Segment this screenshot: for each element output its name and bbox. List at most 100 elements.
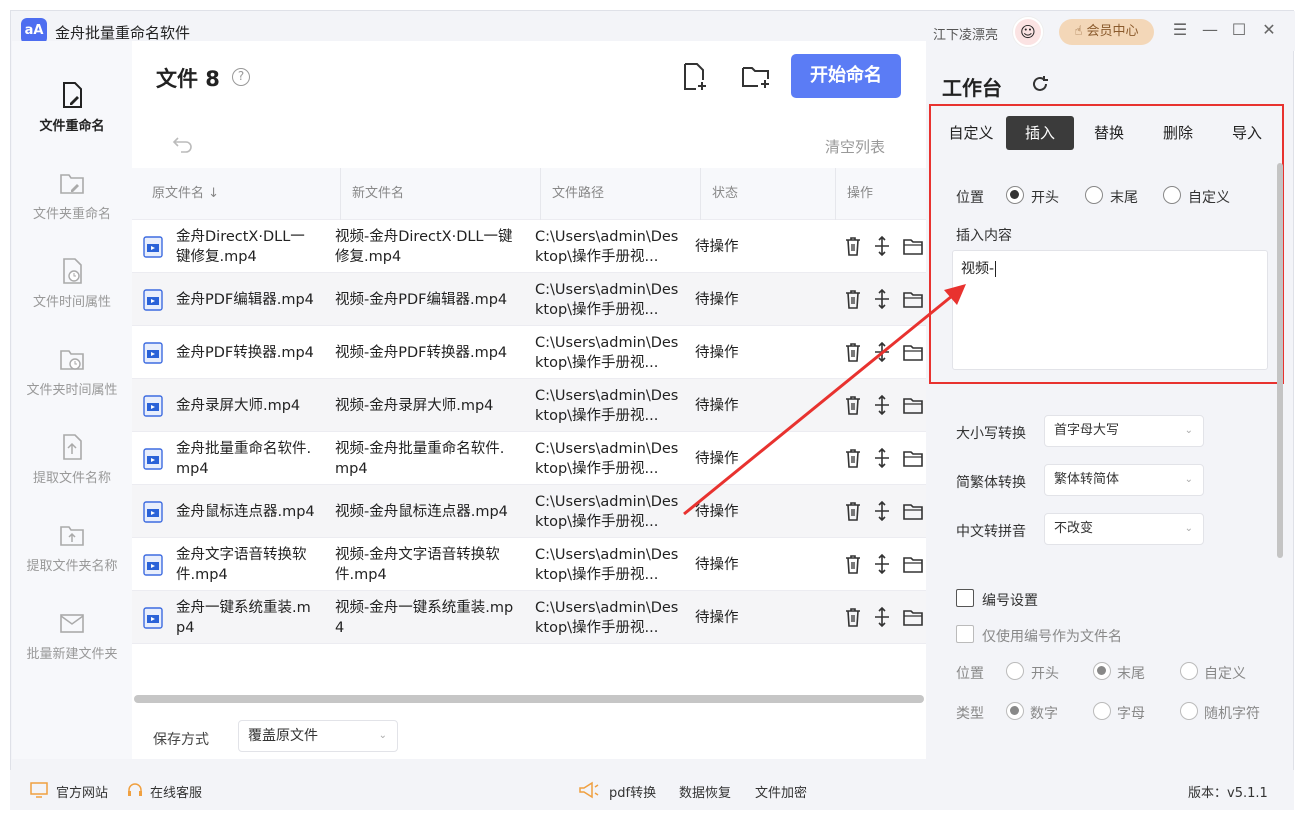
chevron-down-icon: ⌄	[1184, 474, 1193, 485]
official-site-link[interactable]: 官方网站	[56, 782, 108, 801]
table-row[interactable]: 金舟文字语音转换软件.mp4 视频-金舟文字语音转换软件.mp4 C:\Users\…	[132, 538, 926, 591]
folder-icon[interactable]	[902, 606, 924, 628]
folder-icon[interactable]	[902, 553, 924, 575]
type-random-radio[interactable]	[1180, 702, 1198, 720]
original-name-cell: 金舟PDF编辑器.mp4	[176, 291, 314, 308]
path-cell: C:\Users\admin\Desktop\操作手册视...	[535, 228, 679, 265]
vip-center-button[interactable]: ☝ 会员中心	[1059, 19, 1154, 45]
sidebar-item-file-time[interactable]: 文件时间属性	[12, 257, 132, 337]
move-icon[interactable]	[872, 394, 892, 416]
status-cell: 待操作	[695, 344, 739, 361]
help-icon[interactable]: ?	[232, 68, 250, 86]
move-icon[interactable]	[872, 606, 892, 628]
column-original-name[interactable]: 原文件名 ↓	[152, 168, 219, 220]
num-position-start-radio[interactable]	[1006, 662, 1024, 680]
table-row[interactable]: 金舟鼠标连点器.mp4 视频-金舟鼠标连点器.mp4 C:\Users\admin\…	[132, 485, 926, 538]
minimize-icon[interactable]: —	[1200, 20, 1220, 40]
table-row[interactable]: 金舟一键系统重装.mp4 视频-金舟一键系统重装.mp4 C:\Users\admi…	[132, 591, 926, 644]
case-select[interactable]: 首字母大写 ⌄	[1044, 415, 1204, 447]
path-cell: C:\Users\admin\Desktop\操作手册视...	[535, 599, 679, 636]
start-rename-button[interactable]: 开始命名	[791, 54, 901, 98]
folder-icon[interactable]	[902, 341, 924, 363]
move-icon[interactable]	[872, 288, 892, 310]
horizontal-scrollbar[interactable]	[134, 695, 924, 703]
path-cell: C:\Users\admin\Desktop\操作手册视...	[535, 440, 679, 477]
sidebar-item-file-rename[interactable]: 文件重命名	[12, 81, 132, 161]
traditional-select[interactable]: 繁体转简体 ⌄	[1044, 464, 1204, 496]
table-row[interactable]: 金舟PDF编辑器.mp4 视频-金舟PDF编辑器.mp4 C:\Users\admi…	[132, 273, 926, 326]
status-cell: 待操作	[695, 503, 739, 520]
undo-icon[interactable]	[172, 135, 194, 153]
add-file-icon[interactable]	[678, 61, 710, 93]
avatar[interactable]: ☺	[1013, 17, 1043, 47]
sidebar-item-label: 提取文件名称	[32, 471, 111, 486]
path-cell: C:\Users\admin\Desktop\操作手册视...	[535, 387, 679, 424]
sidebar-item-folder-rename[interactable]: 文件夹重命名	[12, 169, 132, 249]
clear-list-button[interactable]: 清空列表	[825, 136, 885, 157]
trash-icon[interactable]	[843, 606, 863, 628]
new-name-cell: 视频-金舟一键系统重装.mp4	[335, 599, 514, 636]
table-row[interactable]: 金舟录屏大师.mp4 视频-金舟录屏大师.mp4 C:\Users\admin\De…	[132, 379, 926, 432]
vertical-scrollbar[interactable]	[1277, 163, 1283, 558]
numbering-checkbox[interactable]	[956, 589, 974, 607]
type-letter-radio[interactable]	[1093, 702, 1111, 720]
username[interactable]: 江下凌漂亮	[933, 24, 998, 43]
trash-icon[interactable]	[843, 447, 863, 469]
path-cell: C:\Users\admin\Desktop\操作手册视...	[535, 493, 679, 530]
trash-icon[interactable]	[843, 553, 863, 575]
menu-icon[interactable]: ☰	[1170, 20, 1190, 40]
file-table: 原文件名 ↓ 新文件名 文件路径 状态 操作 金舟DirectX·DLL一键修复…	[132, 168, 926, 644]
sidebar-item-extract-file[interactable]: 提取文件名称	[12, 433, 132, 513]
sidebar-item-folder-time[interactable]: 文件夹时间属性	[12, 345, 132, 425]
move-icon[interactable]	[872, 553, 892, 575]
table-row[interactable]: 金舟DirectX·DLL一键修复.mp4 视频-金舟DirectX·DLL一键修…	[132, 220, 926, 273]
folder-icon[interactable]	[902, 288, 924, 310]
type-number-radio[interactable]	[1006, 702, 1024, 720]
move-icon[interactable]	[872, 341, 892, 363]
num-position-end-radio[interactable]	[1093, 662, 1111, 680]
folder-icon[interactable]	[902, 447, 924, 469]
folder-icon[interactable]	[902, 235, 924, 257]
column-divider	[340, 168, 341, 220]
column-divider	[540, 168, 541, 220]
table-row[interactable]: 金舟批量重命名软件.mp4 视频-金舟批量重命名软件.mp4 C:\Users\ad…	[132, 432, 926, 485]
trash-icon[interactable]	[843, 394, 863, 416]
video-file-icon	[143, 554, 163, 576]
video-file-icon	[143, 236, 163, 258]
sidebar-item-extract-folder[interactable]: 提取文件夹名称	[12, 521, 132, 601]
new-name-cell: 视频-金舟文字语音转换软件.mp4	[335, 546, 500, 583]
data-recovery-link[interactable]: 数据恢复	[679, 782, 731, 801]
online-service-link[interactable]: 在线客服	[150, 782, 202, 801]
refresh-icon[interactable]	[1030, 74, 1050, 94]
new-name-cell: 视频-金舟批量重命名软件.mp4	[335, 440, 505, 477]
file-encrypt-link[interactable]: 文件加密	[755, 782, 807, 801]
path-cell: C:\Users\admin\Desktop\操作手册视...	[535, 546, 679, 583]
sidebar: 文件重命名 文件夹重命名 文件时间属性 文件夹时间属性 提取文件名称 提取文件夹…	[12, 41, 132, 759]
move-icon[interactable]	[872, 235, 892, 257]
pdf-convert-link[interactable]: pdf转换	[609, 782, 656, 801]
add-folder-icon[interactable]	[740, 61, 772, 93]
traditional-value: 繁体转简体	[1054, 472, 1120, 487]
move-icon[interactable]	[872, 500, 892, 522]
num-position-custom-radio[interactable]	[1180, 662, 1198, 680]
only-number-checkbox[interactable]	[956, 625, 974, 643]
table-row[interactable]: 金舟PDF转换器.mp4 视频-金舟PDF转换器.mp4 C:\Users\admi…	[132, 326, 926, 379]
maximize-icon[interactable]: ☐	[1229, 20, 1249, 40]
vip-label: 会员中心	[1086, 24, 1139, 39]
trash-icon[interactable]	[843, 235, 863, 257]
trash-icon[interactable]	[843, 341, 863, 363]
trash-icon[interactable]	[843, 500, 863, 522]
folder-icon[interactable]	[902, 394, 924, 416]
save-mode-value: 覆盖原文件	[248, 728, 318, 744]
save-mode-select[interactable]: 覆盖原文件 ⌄	[238, 720, 398, 752]
close-icon[interactable]: ✕	[1259, 20, 1279, 40]
folder-icon[interactable]	[902, 500, 924, 522]
move-icon[interactable]	[872, 447, 892, 469]
sidebar-item-new-folder[interactable]: 批量新建文件夹	[12, 609, 132, 689]
new-name-cell: 视频-金舟PDF编辑器.mp4	[335, 291, 508, 308]
pinyin-select[interactable]: 不改变 ⌄	[1044, 513, 1204, 545]
extract-file-icon	[63, 434, 82, 460]
pinyin-label: 中文转拼音	[956, 524, 1026, 540]
trash-icon[interactable]	[843, 288, 863, 310]
video-file-icon	[143, 448, 163, 470]
